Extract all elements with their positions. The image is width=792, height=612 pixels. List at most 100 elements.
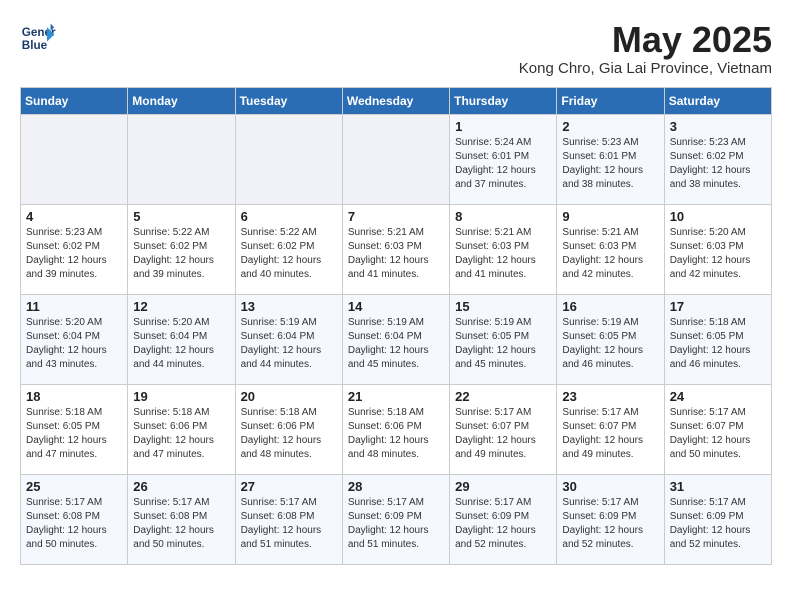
- day-number: 6: [241, 209, 337, 224]
- calendar-cell-w0d6: 3 Sunrise: 5:23 AM Sunset: 6:02 PM Daylig…: [664, 114, 771, 204]
- day-info: Sunrise: 5:22 AM Sunset: 6:02 PM Dayligh…: [133, 226, 229, 282]
- title-area: May 2025 Kong Chro, Gia Lai Province, Vi…: [519, 20, 772, 77]
- day-info: Sunrise: 5:17 AM Sunset: 6:07 PM Dayligh…: [670, 406, 766, 462]
- weekday-header-friday: Friday: [557, 87, 664, 114]
- calendar-cell-w1d4: 8 Sunrise: 5:21 AM Sunset: 6:03 PM Daylig…: [450, 204, 557, 294]
- calendar-cell-w2d4: 15Sunrise: 5:19 AM Sunset: 6:05 PM Dayli…: [450, 294, 557, 384]
- day-info: Sunrise: 5:23 AM Sunset: 6:01 PM Dayligh…: [562, 136, 658, 192]
- calendar-cell-w4d4: 29 Sunrise: 5:17 AM Sunset: 6:09 PM Dayli…: [450, 474, 557, 564]
- day-number: 7: [348, 209, 444, 224]
- day-info: Sunrise: 5:21 AM Sunset: 6:03 PM Dayligh…: [348, 226, 444, 282]
- calendar-cell-w1d6: 10Sunrise: 5:20 AM Sunset: 6:03 PM Dayli…: [664, 204, 771, 294]
- day-info: Sunrise: 5:19 AM Sunset: 6:04 PM Dayligh…: [348, 316, 444, 372]
- day-number: 3: [670, 119, 766, 134]
- day-number: 1: [455, 119, 551, 134]
- calendar-cell-w0d3: [342, 114, 449, 204]
- calendar-cell-w1d3: 7 Sunrise: 5:21 AM Sunset: 6:03 PM Daylig…: [342, 204, 449, 294]
- day-info: Sunrise: 5:18 AM Sunset: 6:05 PM Dayligh…: [26, 406, 122, 462]
- day-number: 26: [133, 479, 229, 494]
- day-info: Sunrise: 5:19 AM Sunset: 6:05 PM Dayligh…: [562, 316, 658, 372]
- day-number: 20: [241, 389, 337, 404]
- day-info: Sunrise: 5:23 AM Sunset: 6:02 PM Dayligh…: [670, 136, 766, 192]
- logo-icon: General Blue: [20, 20, 56, 56]
- weekday-header-wednesday: Wednesday: [342, 87, 449, 114]
- weekday-header-thursday: Thursday: [450, 87, 557, 114]
- calendar-cell-w0d0: [21, 114, 128, 204]
- day-info: Sunrise: 5:21 AM Sunset: 6:03 PM Dayligh…: [562, 226, 658, 282]
- day-number: 23: [562, 389, 658, 404]
- day-number: 16: [562, 299, 658, 314]
- calendar-cell-w2d5: 16 Sunrise: 5:19 AM Sunset: 6:05 PM Dayli…: [557, 294, 664, 384]
- day-number: 31: [670, 479, 766, 494]
- day-info: Sunrise: 5:17 AM Sunset: 6:08 PM Dayligh…: [133, 496, 229, 552]
- logo: General Blue: [20, 20, 56, 56]
- weekday-header-saturday: Saturday: [664, 87, 771, 114]
- day-number: 8: [455, 209, 551, 224]
- day-number: 18: [26, 389, 122, 404]
- day-number: 28: [348, 479, 444, 494]
- day-info: Sunrise: 5:20 AM Sunset: 6:03 PM Dayligh…: [670, 226, 766, 282]
- day-number: 14: [348, 299, 444, 314]
- calendar-cell-w3d3: 21Sunrise: 5:18 AM Sunset: 6:06 PM Dayli…: [342, 384, 449, 474]
- calendar-cell-w1d2: 6 Sunrise: 5:22 AM Sunset: 6:02 PM Daylig…: [235, 204, 342, 294]
- calendar-cell-w1d5: 9 Sunrise: 5:21 AM Sunset: 6:03 PM Daylig…: [557, 204, 664, 294]
- day-number: 29: [455, 479, 551, 494]
- day-number: 25: [26, 479, 122, 494]
- day-info: Sunrise: 5:18 AM Sunset: 6:05 PM Dayligh…: [670, 316, 766, 372]
- calendar-cell-w2d0: 11 Sunrise: 5:20 AM Sunset: 6:04 PM Dayli…: [21, 294, 128, 384]
- calendar-cell-w4d6: 31 Sunrise: 5:17 AM Sunset: 6:09 PM Dayli…: [664, 474, 771, 564]
- page-header: General Blue May 2025 Kong Chro, Gia Lai…: [20, 20, 772, 77]
- day-number: 17: [670, 299, 766, 314]
- calendar-cell-w3d6: 24 Sunrise: 5:17 AM Sunset: 6:07 PM Dayli…: [664, 384, 771, 474]
- calendar-cell-w0d4: 1 Sunrise: 5:24 AM Sunset: 6:01 PM Daylig…: [450, 114, 557, 204]
- day-number: 19: [133, 389, 229, 404]
- calendar-cell-w4d0: 25Sunrise: 5:17 AM Sunset: 6:08 PM Dayli…: [21, 474, 128, 564]
- day-number: 13: [241, 299, 337, 314]
- day-info: Sunrise: 5:17 AM Sunset: 6:07 PM Dayligh…: [455, 406, 551, 462]
- day-number: 30: [562, 479, 658, 494]
- day-number: 11: [26, 299, 122, 314]
- weekday-header-sunday: Sunday: [21, 87, 128, 114]
- day-info: Sunrise: 5:22 AM Sunset: 6:02 PM Dayligh…: [241, 226, 337, 282]
- calendar-cell-w4d3: 28Sunrise: 5:17 AM Sunset: 6:09 PM Dayli…: [342, 474, 449, 564]
- day-info: Sunrise: 5:19 AM Sunset: 6:04 PM Dayligh…: [241, 316, 337, 372]
- day-info: Sunrise: 5:18 AM Sunset: 6:06 PM Dayligh…: [133, 406, 229, 462]
- day-info: Sunrise: 5:17 AM Sunset: 6:09 PM Dayligh…: [455, 496, 551, 552]
- day-info: Sunrise: 5:23 AM Sunset: 6:02 PM Dayligh…: [26, 226, 122, 282]
- calendar-cell-w1d1: 5 Sunrise: 5:22 AM Sunset: 6:02 PM Daylig…: [128, 204, 235, 294]
- calendar-cell-w3d0: 18 Sunrise: 5:18 AM Sunset: 6:05 PM Dayli…: [21, 384, 128, 474]
- day-number: 9: [562, 209, 658, 224]
- day-number: 12: [133, 299, 229, 314]
- month-year: May 2025: [519, 20, 772, 60]
- day-number: 24: [670, 389, 766, 404]
- calendar-table: SundayMondayTuesdayWednesdayThursdayFrid…: [20, 87, 772, 565]
- day-number: 5: [133, 209, 229, 224]
- location: Kong Chro, Gia Lai Province, Vietnam: [519, 60, 772, 77]
- calendar-cell-w3d5: 23Sunrise: 5:17 AM Sunset: 6:07 PM Dayli…: [557, 384, 664, 474]
- day-number: 2: [562, 119, 658, 134]
- calendar-cell-w4d1: 26 Sunrise: 5:17 AM Sunset: 6:08 PM Dayli…: [128, 474, 235, 564]
- day-info: Sunrise: 5:17 AM Sunset: 6:09 PM Dayligh…: [562, 496, 658, 552]
- day-info: Sunrise: 5:21 AM Sunset: 6:03 PM Dayligh…: [455, 226, 551, 282]
- calendar-cell-w0d2: [235, 114, 342, 204]
- calendar-cell-w0d5: 2 Sunrise: 5:23 AM Sunset: 6:01 PM Daylig…: [557, 114, 664, 204]
- svg-text:Blue: Blue: [22, 39, 48, 52]
- day-info: Sunrise: 5:17 AM Sunset: 6:08 PM Dayligh…: [241, 496, 337, 552]
- weekday-header-tuesday: Tuesday: [235, 87, 342, 114]
- calendar-cell-w2d1: 12Sunrise: 5:20 AM Sunset: 6:04 PM Dayli…: [128, 294, 235, 384]
- calendar-cell-w1d0: 4 Sunrise: 5:23 AM Sunset: 6:02 PM Daylig…: [21, 204, 128, 294]
- calendar-cell-w3d4: 22Sunrise: 5:17 AM Sunset: 6:07 PM Dayli…: [450, 384, 557, 474]
- day-info: Sunrise: 5:17 AM Sunset: 6:09 PM Dayligh…: [670, 496, 766, 552]
- day-info: Sunrise: 5:24 AM Sunset: 6:01 PM Dayligh…: [455, 136, 551, 192]
- calendar-cell-w3d2: 20Sunrise: 5:18 AM Sunset: 6:06 PM Dayli…: [235, 384, 342, 474]
- calendar-cell-w2d3: 14 Sunrise: 5:19 AM Sunset: 6:04 PM Dayli…: [342, 294, 449, 384]
- weekday-header-monday: Monday: [128, 87, 235, 114]
- day-info: Sunrise: 5:20 AM Sunset: 6:04 PM Dayligh…: [26, 316, 122, 372]
- day-info: Sunrise: 5:18 AM Sunset: 6:06 PM Dayligh…: [348, 406, 444, 462]
- calendar-cell-w2d2: 13 Sunrise: 5:19 AM Sunset: 6:04 PM Dayli…: [235, 294, 342, 384]
- calendar-cell-w0d1: [128, 114, 235, 204]
- day-number: 4: [26, 209, 122, 224]
- day-number: 27: [241, 479, 337, 494]
- calendar-cell-w4d2: 27 Sunrise: 5:17 AM Sunset: 6:08 PM Dayli…: [235, 474, 342, 564]
- calendar-cell-w3d1: 19 Sunrise: 5:18 AM Sunset: 6:06 PM Dayli…: [128, 384, 235, 474]
